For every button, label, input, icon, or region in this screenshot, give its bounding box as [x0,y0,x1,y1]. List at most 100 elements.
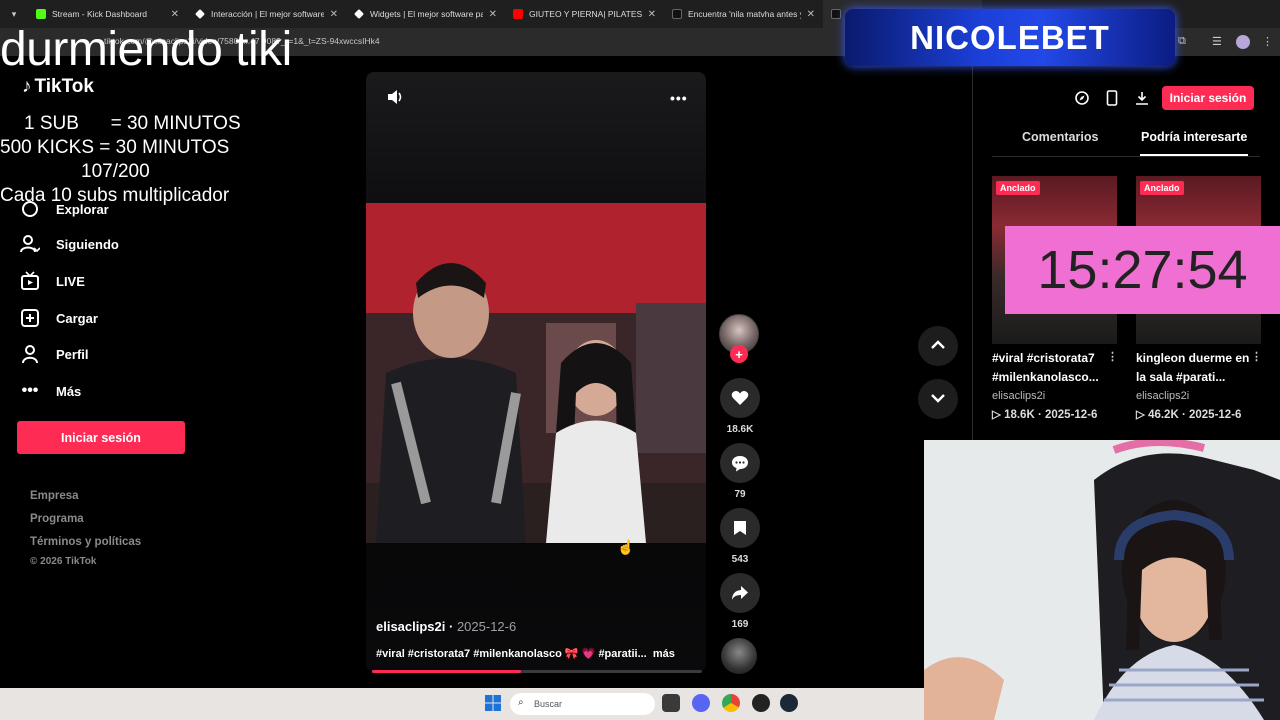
sidebar-item-live[interactable]: LIVE [20,271,85,291]
taskbar-search-input[interactable]: Buscar [510,693,655,715]
video-frame[interactable] [366,203,706,543]
rec-author[interactable]: elisaclips2i [1136,390,1189,402]
panel-login-button[interactable]: Iniciar sesión [1162,86,1254,110]
save-count: 543 [731,554,749,565]
comment-icon[interactable] [720,443,760,483]
progress-fill [372,670,521,673]
caption-more-link[interactable]: más [653,648,675,660]
sidebar-item-mas[interactable]: ••• Más [20,381,82,401]
webcam-feed [924,440,1280,720]
overlay-goal-counter: 107/200 [81,161,150,182]
browser-tab[interactable]: Widgets | El mejor software pa ✕ [346,0,505,28]
share-action[interactable]: 169 [720,573,760,630]
windows-start-icon[interactable] [484,694,502,712]
tab-comentarios[interactable]: Comentarios [1022,130,1098,144]
volume-icon[interactable] [386,88,404,111]
save-action[interactable]: 543 [720,508,760,565]
upload-icon [20,308,40,328]
footer-link-terminos[interactable]: Términos y políticas [30,536,141,548]
like-action[interactable]: 18.6K [720,378,760,435]
hand-cursor-icon: ☝ [617,539,635,555]
live-icon [20,271,40,291]
sidebar-item-perfil[interactable]: Perfil [20,344,89,364]
overlay-rule-multiplier: Cada 10 subs multiplicador [0,185,230,206]
close-icon[interactable]: ✕ [489,9,497,20]
video-progress-bar[interactable] [372,670,702,673]
close-icon[interactable]: ✕ [330,9,338,20]
obs-icon[interactable] [752,694,770,712]
close-icon[interactable]: ✕ [171,9,179,20]
chrome-icon[interactable] [722,694,740,712]
rec-title[interactable]: #viral #cristorata7 #milenkanolasco... [992,349,1107,387]
download-icon[interactable] [1132,88,1152,108]
sponsor-banner: NICOLEBET [845,9,1175,66]
tiktok-favicon-icon [672,9,682,19]
follow-plus-icon[interactable]: + [730,345,748,363]
close-icon[interactable]: ✕ [648,9,656,20]
play-icon: ▷ [992,409,1001,421]
sidebar-item-label: Siguiendo [56,236,119,252]
kebab-menu-icon[interactable]: ⋮ [1251,350,1262,363]
heart-icon[interactable] [720,378,760,418]
rec-date: 2025-12-6 [1188,409,1242,421]
footer-link-empresa[interactable]: Empresa [30,490,79,502]
login-button[interactable]: Iniciar sesión [17,421,185,454]
task-view-icon[interactable] [662,694,680,712]
copyright-text: © 2026 TikTok [30,556,97,567]
footer-link-programa[interactable]: Programa [30,513,84,525]
tab-podria-interesarte[interactable]: Podría interesarte [1141,130,1247,144]
caption-text: #viral #cristorata7 #milenkanolasco 🎀 💗 … [376,648,647,660]
compass-icon[interactable] [1072,88,1092,108]
more-icon: ••• [21,382,39,399]
overlay-rule-kicks: 500 KICKS = 30 MINUTOS [0,137,230,158]
previous-video-button[interactable] [918,326,958,366]
discord-icon[interactable] [692,694,710,712]
browser-tab[interactable]: Encuentra 'nila matvha antes y ✕ [664,0,823,28]
browser-tab[interactable]: GIUTEO Y PIERNA| PILATES CON ✕ [505,0,664,28]
sidebar-item-label: Perfil [56,346,89,362]
share-count: 169 [731,619,749,630]
pinned-badge: Anclado [1140,181,1184,195]
rec-views: 46.2K [1148,409,1179,421]
sidebar-item-label: Cargar [56,310,98,326]
comment-count: 79 [734,489,746,500]
rec-author[interactable]: elisaclips2i [992,390,1045,402]
search-icon: ⌕ [518,697,524,708]
diamond-favicon-icon [195,9,205,19]
close-icon[interactable]: ✕ [807,9,815,20]
kebab-menu-icon[interactable]: ⋮ [1107,350,1118,363]
phone-icon[interactable] [1102,88,1122,108]
video-date: 2025-12-6 [456,619,517,634]
menu-lines-icon[interactable]: ☰ [1212,35,1222,48]
share-icon[interactable] [720,573,760,613]
sidebar-item-siguiendo[interactable]: Siguiendo [20,234,119,254]
tab-title: Widgets | El mejor software pa [370,9,483,19]
kick-favicon-icon [36,9,46,19]
next-video-button[interactable] [918,379,958,419]
profile-icon [20,344,40,364]
puzzle-icon[interactable]: ⧉ [1178,35,1186,48]
profile-avatar-icon[interactable] [1236,35,1250,49]
stream-title-overlay: durmiendo tiki [0,23,292,76]
comment-action[interactable]: 79 [720,443,760,500]
author-name[interactable]: elisaclips2i [376,619,445,634]
video-author[interactable]: elisaclips2i · 2025-12-6 [376,619,516,634]
subathon-timer: 15:27:54 [1005,226,1280,314]
following-icon [20,234,40,254]
kebab-menu-icon[interactable]: ⋮ [1262,35,1273,48]
music-disc-avatar[interactable] [721,638,757,674]
rec-date: 2025-12-6 [1044,409,1098,421]
more-options-icon[interactable]: ••• [670,90,688,106]
rec-meta: ▷ 46.2K · 2025-12-6 [1136,409,1242,421]
tiktok-logo-text: TikTok [34,76,94,97]
steam-icon[interactable] [780,694,798,712]
overlay-rule-sub: 1 SUB = 30 MINUTOS [24,113,241,134]
like-count: 18.6K [726,424,754,435]
tab-title: Encuentra 'nila matvha antes y [688,9,801,19]
panel-toolbar [1072,88,1152,108]
sidebar-item-label: Más [56,383,82,399]
rec-title[interactable]: kingleon duerme en la sala #parati... [1136,349,1251,387]
bookmark-icon[interactable] [720,508,760,548]
sidebar-item-cargar[interactable]: Cargar [20,308,98,328]
tiktok-logo[interactable]: ♪ TikTok [22,76,94,98]
